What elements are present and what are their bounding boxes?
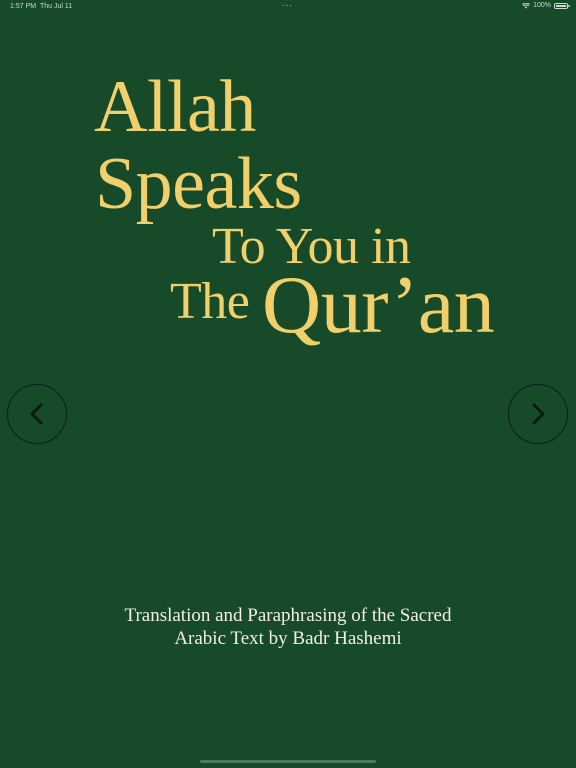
home-indicator[interactable] <box>200 760 376 763</box>
previous-page-button[interactable] <box>7 384 67 444</box>
subtitle: Translation and Paraphrasing of the Sacr… <box>0 604 576 650</box>
title-speaks: Speaks <box>95 143 302 225</box>
title-allah: Allah <box>94 66 256 148</box>
next-page-button[interactable] <box>508 384 568 444</box>
subtitle-line-1: Translation and Paraphrasing of the Sacr… <box>124 605 452 626</box>
title-quran: Qur’an <box>262 259 495 350</box>
subtitle-line-2: Arabic Text by Badr Hashemi <box>174 628 402 649</box>
chevron-right-icon <box>532 403 545 425</box>
chevron-left-icon <box>30 403 43 425</box>
title-the: The <box>170 273 250 330</box>
cover-title: Allah Speaks To You in The Qur’an <box>0 0 576 360</box>
